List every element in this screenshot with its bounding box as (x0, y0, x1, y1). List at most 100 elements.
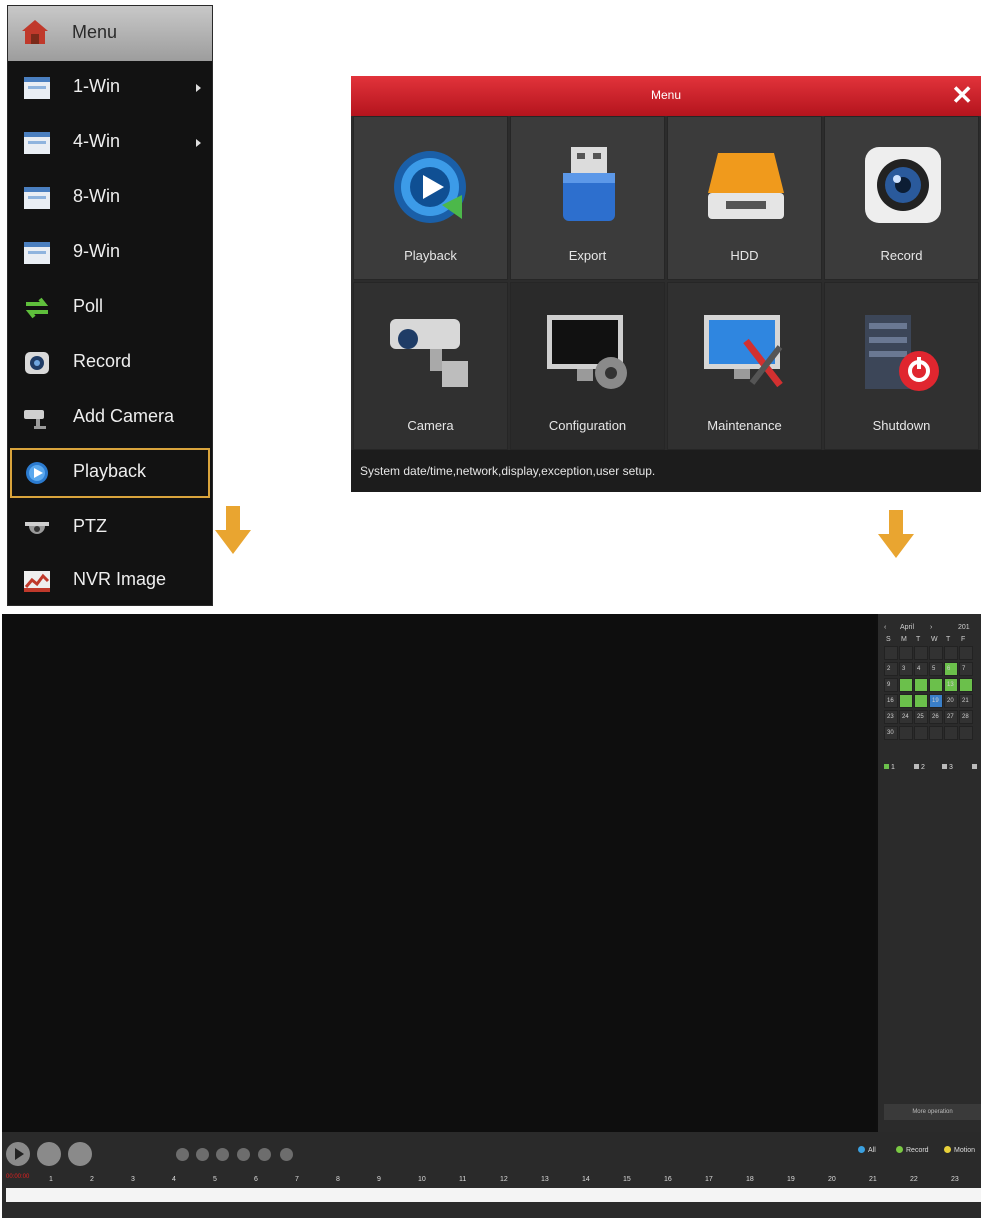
calendar-day[interactable]: 4 (914, 662, 928, 676)
menu-item-1-win[interactable]: 1-Win (8, 61, 212, 115)
calendar-day[interactable] (914, 694, 928, 708)
calendar-day[interactable] (914, 678, 928, 692)
play-button[interactable] (6, 1142, 30, 1166)
calendar-day[interactable]: 30 (884, 726, 898, 740)
calendar-day[interactable]: 21 (959, 694, 973, 708)
calendar-day[interactable]: 26 (929, 710, 943, 724)
menu-item-record[interactable]: Record (8, 336, 212, 390)
stop-button[interactable] (68, 1142, 92, 1166)
more-operation-button[interactable]: More operation (884, 1104, 981, 1120)
slow-button[interactable] (176, 1148, 189, 1161)
tile-shutdown[interactable]: Shutdown (824, 282, 979, 450)
calendar-day[interactable]: 20 (944, 694, 958, 708)
calendar-day[interactable]: 19 (929, 694, 943, 708)
tile-camera[interactable]: Camera (353, 282, 508, 450)
timeline-tick: 7 (295, 1176, 299, 1183)
calendar-day[interactable]: 24 (899, 710, 913, 724)
timeline-bar[interactable] (6, 1188, 981, 1202)
timeline-tick: 4 (172, 1176, 176, 1183)
calendar-day[interactable]: 5 (929, 662, 943, 676)
calendar-day[interactable]: 2 (884, 662, 898, 676)
calendar-day[interactable] (899, 694, 913, 708)
step-button[interactable] (237, 1148, 250, 1161)
tile-maintenance[interactable]: Maintenance (667, 282, 822, 450)
dome-camera-icon (25, 522, 49, 534)
calendar-day[interactable] (944, 646, 958, 660)
window-layout-icon (24, 132, 50, 154)
snapshot-button[interactable] (258, 1148, 271, 1161)
menu-item-add-camera[interactable]: Add Camera (8, 391, 212, 445)
calendar-day[interactable]: 23 (884, 710, 898, 724)
calendar-day[interactable]: 16 (884, 694, 898, 708)
tile-record[interactable]: Record (824, 116, 979, 280)
tile-playback[interactable]: Playback (353, 116, 508, 280)
next-month-icon[interactable]: › (930, 624, 932, 631)
menu-item-playback[interactable]: Playback (8, 446, 212, 500)
context-menu-header[interactable]: Menu (8, 6, 212, 61)
backup-button[interactable] (280, 1148, 293, 1161)
calendar-day[interactable] (959, 726, 973, 740)
channel-4-partial[interactable] (972, 764, 977, 771)
close-icon[interactable]: ✕ (951, 80, 973, 111)
timeline-tick: 10 (418, 1176, 426, 1183)
record-icon (25, 352, 49, 374)
legend-motion[interactable]: Motion (944, 1146, 975, 1154)
calendar-day[interactable] (959, 646, 973, 660)
channel-2[interactable]: 2 (914, 764, 925, 771)
calendar-day[interactable] (929, 646, 943, 660)
calendar-day[interactable] (884, 646, 898, 660)
calendar-day[interactable] (944, 726, 958, 740)
menu-item-nvr-image[interactable]: NVR Image (8, 554, 212, 608)
weekday-label: S (886, 636, 891, 643)
weekday-label: F (961, 636, 966, 643)
playback-icon (26, 462, 48, 484)
channel-3[interactable]: 3 (942, 764, 953, 771)
timeline-tick: 1 (49, 1176, 53, 1183)
chart-icon (24, 571, 50, 592)
legend-record[interactable]: Record (896, 1146, 929, 1154)
calendar-day[interactable]: 9 (884, 678, 898, 692)
fast-forward-button[interactable] (216, 1148, 229, 1161)
monitor-tools-icon (704, 315, 783, 388)
record-lens-icon (865, 147, 941, 223)
menu-item-ptz[interactable]: PTZ (8, 501, 212, 555)
calendar-day[interactable] (929, 678, 943, 692)
timeline-tick: 22 (910, 1176, 918, 1183)
calendar-day[interactable]: 7 (959, 662, 973, 676)
menu-item-9-win[interactable]: 9-Win (8, 226, 212, 280)
calendar-day[interactable]: 13 (944, 678, 958, 692)
calendar-day[interactable] (914, 646, 928, 660)
calendar-day[interactable]: 25 (914, 710, 928, 724)
calendar-day[interactable]: 6 (944, 662, 958, 676)
calendar-month: April (900, 624, 915, 631)
calendar-day[interactable] (899, 726, 913, 740)
tile-export[interactable]: Export (510, 116, 665, 280)
calendar-day[interactable] (914, 726, 928, 740)
playback-screen: ‹ April › 201 SMTWTF 2 3 4 5 6 7 9 13 16 19 20 21 23… (2, 614, 981, 1218)
menu-item-poll[interactable]: Poll (8, 281, 212, 335)
weekday-label: W (931, 636, 938, 643)
rewind-button[interactable] (196, 1148, 209, 1161)
calendar-day[interactable]: 28 (959, 710, 973, 724)
tile-hdd[interactable]: HDD (667, 116, 822, 280)
calendar-day[interactable] (899, 646, 913, 660)
calendar-day[interactable] (959, 678, 973, 692)
pause-button[interactable] (37, 1142, 61, 1166)
usb-drive-icon (563, 147, 615, 221)
calendar-day[interactable] (899, 678, 913, 692)
timeline-tick: 18 (746, 1176, 754, 1183)
playback-side-panel: ‹ April › 201 SMTWTF 2 3 4 5 6 7 9 13 16 19 20 21 23… (878, 614, 981, 1132)
menu-item-4-win[interactable]: 4-Win (8, 116, 212, 170)
menu-item-8-win[interactable]: 8-Win (8, 171, 212, 225)
prev-month-icon[interactable]: ‹ (884, 624, 886, 631)
channel-1[interactable]: 1 (884, 764, 895, 771)
calendar-day[interactable]: 27 (944, 710, 958, 724)
video-area[interactable] (2, 614, 876, 1132)
tile-configuration[interactable]: Configuration (510, 282, 665, 450)
calendar-day[interactable] (929, 726, 943, 740)
window-layout-icon (24, 242, 50, 264)
legend-all[interactable]: All (858, 1146, 876, 1154)
timeline-tick: 12 (500, 1176, 508, 1183)
calendar-day[interactable]: 3 (899, 662, 913, 676)
main-menu-dialog: Menu ✕ Playback Export HDD Record Camera… (351, 76, 981, 492)
